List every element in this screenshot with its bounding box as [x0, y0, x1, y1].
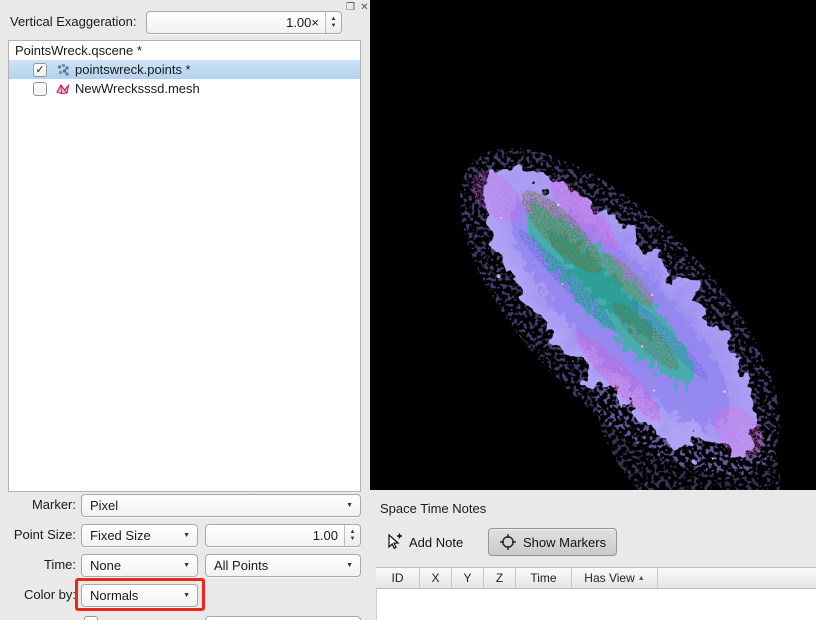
add-note-button[interactable]: Add Note [378, 528, 469, 556]
marker-combobox[interactable]: Pixel ▼ [81, 494, 361, 517]
show-markers-label: Show Markers [523, 535, 606, 550]
tree-item-mesh-layer[interactable]: NewWrecksssd.mesh [9, 79, 360, 98]
spin-steppers[interactable]: ▲ ▼ [344, 525, 360, 546]
vertical-exaggeration-spinbox[interactable]: 1.00× ▲ ▼ [146, 11, 342, 34]
points-icon [55, 62, 71, 78]
vertical-exaggeration-value: 1.00× [147, 15, 325, 30]
spin-up-icon[interactable]: ▲ [350, 529, 356, 536]
show-markers-button[interactable]: Show Markers [488, 528, 617, 556]
scene-tree: PointsWreck.qscene * ✓ pointswreck.point… [8, 40, 361, 492]
tree-item-scene-root[interactable]: PointsWreck.qscene * [9, 41, 360, 60]
point-size-spinbox[interactable]: 1.00 ▲ ▼ [205, 524, 361, 547]
column-header-time[interactable]: Time [516, 568, 572, 588]
spin-down-icon[interactable]: ▼ [350, 536, 356, 543]
checkmark-icon: ✓ [35, 63, 44, 76]
chevron-down-icon: ▼ [183, 532, 197, 539]
crosshair-icon [499, 533, 517, 551]
points-filter-value: All Points [206, 558, 346, 573]
point-size-label: Point Size: [0, 524, 76, 546]
marker-value: Pixel [82, 498, 346, 513]
notes-table-header: ID X Y Z Time Has View ▲ [376, 567, 816, 589]
spin-down-icon[interactable]: ▼ [331, 23, 337, 30]
chevron-down-icon: ▼ [346, 502, 360, 509]
spin-steppers[interactable]: ▲ ▼ [325, 12, 341, 33]
tree-item-points-layer[interactable]: ✓ pointswreck.points * [9, 60, 360, 79]
column-header-y[interactable]: Y [452, 568, 484, 588]
point-size-mode-value: Fixed Size [82, 528, 183, 543]
column-header-x[interactable]: X [420, 568, 452, 588]
cursor-add-icon [384, 532, 404, 552]
spin-up-icon[interactable]: ▲ [331, 16, 337, 23]
color-by-value: Normals [82, 588, 183, 603]
column-header-z[interactable]: Z [484, 568, 516, 588]
points-layer-checkbox[interactable]: ✓ [33, 63, 47, 77]
notes-panel-title: Space Time Notes [380, 501, 486, 516]
mesh-layer-label: NewWrecksssd.mesh [75, 81, 200, 96]
point-size-mode-combobox[interactable]: Fixed Size ▼ [81, 524, 198, 547]
points-filter-combobox[interactable]: All Points ▼ [205, 554, 361, 577]
column-header-id[interactable]: ID [376, 568, 420, 588]
add-note-label: Add Note [409, 535, 463, 550]
chevron-down-icon: ▼ [183, 562, 197, 569]
color-by-combobox[interactable]: Normals ▼ [81, 584, 198, 607]
point-cloud-render [370, 0, 816, 490]
column-header-has-view[interactable]: Has View ▲ [572, 568, 658, 588]
mesh-layer-checkbox[interactable] [33, 82, 47, 96]
cropped-checkbox[interactable] [84, 616, 98, 620]
marker-label: Marker: [0, 494, 76, 516]
column-header-filler [658, 568, 816, 588]
viewport-3d[interactable] [370, 0, 816, 490]
time-label: Time: [0, 554, 76, 576]
mesh-icon [55, 81, 71, 97]
vertical-exaggeration-label: Vertical Exaggeration: [10, 11, 136, 33]
notes-table-body[interactable] [376, 589, 816, 620]
float-window-icon[interactable]: ❐ [344, 1, 357, 14]
points-layer-label: pointswreck.points * [75, 62, 191, 77]
chevron-down-icon: ▼ [346, 562, 360, 569]
tree-root-label: PointsWreck.qscene * [15, 43, 142, 58]
application-window: Vertical Exaggeration: 1.00× ▲ ▼ ❐ ✕ Poi… [0, 0, 816, 620]
chevron-down-icon: ▼ [183, 592, 197, 599]
space-time-notes-panel: Space Time Notes Add Note Show Markers I… [370, 490, 816, 620]
time-value: None [82, 558, 183, 573]
color-by-label: Color by: [0, 584, 76, 606]
point-size-value: 1.00 [206, 528, 344, 543]
notes-table: ID X Y Z Time Has View ▲ [376, 567, 816, 620]
cropped-combobox[interactable] [205, 616, 361, 620]
time-combobox[interactable]: None ▼ [81, 554, 198, 577]
display-settings-panel: Vertical Exaggeration: 1.00× ▲ ▼ ❐ ✕ Poi… [0, 0, 370, 620]
sort-ascending-icon: ▲ [638, 575, 645, 582]
